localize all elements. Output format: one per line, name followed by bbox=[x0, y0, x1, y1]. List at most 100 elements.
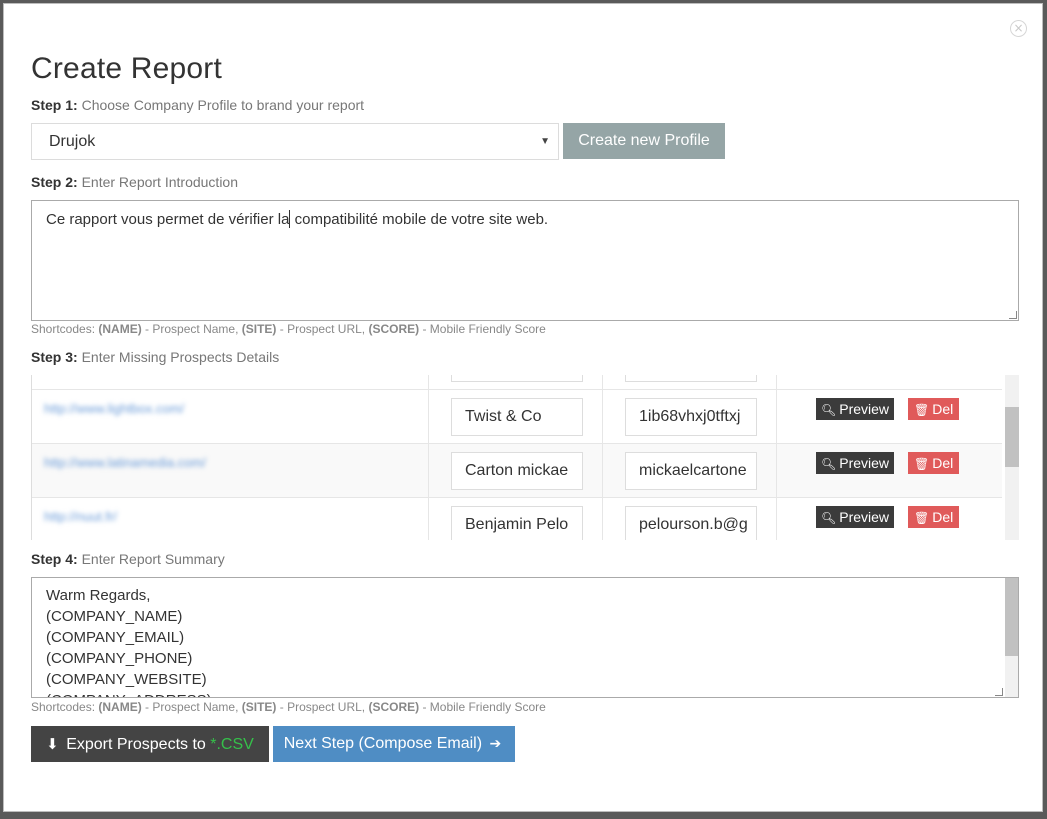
resize-handle-icon[interactable] bbox=[1009, 311, 1017, 319]
step1-text: Choose Company Profile to brand your rep… bbox=[77, 97, 365, 113]
summary-line: (COMPANY_ADDRESS) bbox=[46, 690, 1004, 697]
table-scrollbar-thumb[interactable] bbox=[1005, 407, 1019, 467]
table-row: http://www.latinamedia.com/ Carton micka… bbox=[32, 443, 1002, 497]
name-cell: Twist & Co bbox=[429, 390, 603, 443]
email-cell: pelourson.b@g bbox=[603, 498, 777, 540]
shortcode-site-desc: - Prospect URL, bbox=[276, 322, 369, 336]
table-scrollbar[interactable] bbox=[1005, 375, 1019, 540]
summary-scrollbar[interactable] bbox=[1005, 578, 1018, 697]
url-cell: http://www.lightbox.com/ bbox=[32, 390, 429, 443]
summary-scrollbar-thumb[interactable] bbox=[1005, 578, 1018, 656]
preview-button[interactable]: 🔍︎ Preview bbox=[816, 398, 895, 420]
search-icon: 🔍︎ bbox=[821, 403, 837, 417]
url-cell: http://nuut.fr/ bbox=[32, 498, 429, 540]
shortcode-name: (NAME) bbox=[98, 322, 142, 336]
export-csv-button[interactable]: ⬇ Export Prospects to *.CSV bbox=[31, 726, 269, 762]
name-cell: Benjamin Pelo bbox=[429, 498, 603, 540]
summary-line: (COMPANY_WEBSITE) bbox=[46, 671, 207, 688]
prospect-email-input[interactable]: pelourson.b@g bbox=[625, 506, 757, 540]
prospect-email-input[interactable] bbox=[625, 375, 757, 382]
shortcode-score: (SCORE) bbox=[368, 322, 420, 336]
prospect-url[interactable]: http://www.latinamedia.com/ bbox=[44, 455, 206, 470]
prospect-name-input[interactable] bbox=[451, 375, 583, 382]
next-step-button[interactable]: Next Step (Compose Email) ➔ bbox=[273, 726, 515, 762]
prospect-name-input[interactable]: Carton mickae bbox=[451, 452, 583, 490]
table-row: http://nuut.fr/ Benjamin Pelo pelourson.… bbox=[32, 497, 1002, 540]
shortcodes-hint: Shortcodes: (NAME) - Prospect Name, (SIT… bbox=[31, 322, 546, 336]
url-cell: http://www.latinamedia.com/ bbox=[32, 444, 429, 497]
prospect-url[interactable]: http://nuut.fr/ bbox=[44, 509, 117, 524]
email-cell: mickaelcartone bbox=[603, 444, 777, 497]
export-label: Export Prospects to bbox=[66, 736, 211, 753]
create-new-profile-button[interactable]: Create new Profile bbox=[563, 123, 725, 159]
prospect-email-input[interactable]: mickaelcartone bbox=[625, 452, 757, 490]
table-row: http://www.lightbox.com/ Twist & Co 1ib6… bbox=[32, 389, 1002, 443]
email-cell bbox=[603, 375, 777, 389]
delete-button[interactable]: 🗑︎ Del bbox=[908, 506, 960, 528]
delete-button[interactable]: 🗑︎ Del bbox=[908, 452, 960, 474]
url-cell bbox=[32, 375, 429, 389]
close-icon[interactable]: × bbox=[1010, 20, 1027, 37]
page-title: Create Report bbox=[31, 52, 223, 85]
prospect-email-input[interactable]: 1ib68vhxj0tftxj bbox=[625, 398, 757, 436]
delete-label: Del bbox=[932, 509, 954, 525]
shortcode-site-desc: - Prospect URL, bbox=[276, 700, 369, 714]
summary-line: Warm Regards, bbox=[46, 587, 151, 604]
trash-icon: 🗑︎ bbox=[914, 403, 930, 417]
shortcode-score-desc: - Mobile Friendly Score bbox=[419, 322, 546, 336]
shortcode-site: (SITE) bbox=[241, 700, 277, 714]
email-cell: 1ib68vhxj0tftxj bbox=[603, 390, 777, 443]
step4-label: Step 4: Enter Report Summary bbox=[31, 551, 225, 567]
preview-button[interactable]: 🔍︎ Preview bbox=[816, 452, 895, 474]
shortcode-name-desc: - Prospect Name, bbox=[141, 700, 242, 714]
prospect-name-input[interactable]: Twist & Co bbox=[451, 398, 583, 436]
prospects-table: http://www.lightbox.com/ Twist & Co 1ib6… bbox=[31, 375, 1019, 540]
step1-number: Step 1: bbox=[31, 97, 78, 113]
prospect-url[interactable]: http://www.lightbox.com/ bbox=[44, 401, 184, 416]
summary-line: (COMPANY_EMAIL) bbox=[46, 629, 185, 646]
step2-number: Step 2: bbox=[31, 174, 78, 190]
preview-label: Preview bbox=[839, 401, 890, 417]
trash-icon: 🗑︎ bbox=[914, 457, 930, 471]
shortcode-name: (NAME) bbox=[98, 700, 142, 714]
step1-label: Step 1: Choose Company Profile to brand … bbox=[31, 97, 364, 113]
shortcode-score: (SCORE) bbox=[368, 700, 420, 714]
preview-button[interactable]: 🔍︎ Preview bbox=[816, 506, 895, 528]
prospect-name-input[interactable]: Benjamin Pelo bbox=[451, 506, 583, 540]
delete-button[interactable]: 🗑︎ Del bbox=[908, 398, 960, 420]
actions-cell: 🔍︎ Preview 🗑︎ Del bbox=[777, 444, 1002, 497]
search-icon: 🔍︎ bbox=[821, 457, 837, 471]
step3-number: Step 3: bbox=[31, 349, 78, 365]
caret-down-icon: ▼ bbox=[540, 136, 550, 147]
intro-text-after-cursor: compatibilité mobile de votre site web. bbox=[290, 211, 549, 228]
step4-text: Enter Report Summary bbox=[77, 551, 225, 567]
resize-handle-icon[interactable] bbox=[995, 688, 1003, 696]
name-cell: Carton mickae bbox=[429, 444, 603, 497]
shortcode-name-desc: - Prospect Name, bbox=[141, 322, 242, 336]
actions-cell: 🔍︎ Preview 🗑︎ Del bbox=[777, 498, 1002, 540]
preview-label: Preview bbox=[839, 455, 890, 471]
shortcode-site: (SITE) bbox=[241, 322, 277, 336]
name-cell bbox=[429, 375, 603, 389]
shortcodes-label: Shortcodes: bbox=[31, 700, 96, 714]
table-row bbox=[32, 375, 1002, 389]
step3-label: Step 3: Enter Missing Prospects Details bbox=[31, 349, 279, 365]
shortcodes-hint: Shortcodes: (NAME) - Prospect Name, (SIT… bbox=[31, 700, 546, 714]
summary-line: (COMPANY_NAME) bbox=[46, 608, 183, 625]
delete-label: Del bbox=[932, 455, 954, 471]
create-report-modal: × Create Report Step 1: Choose Company P… bbox=[3, 3, 1043, 812]
report-summary-textarea[interactable]: Warm Regards, (COMPANY_NAME) (COMPANY_EM… bbox=[31, 577, 1019, 698]
step2-text: Enter Report Introduction bbox=[77, 174, 238, 190]
summary-line: (COMPANY_PHONE) bbox=[46, 650, 193, 667]
company-profile-select[interactable]: Drujok ▼ bbox=[31, 123, 559, 160]
export-extension: *.CSV bbox=[210, 736, 254, 753]
report-introduction-textarea[interactable]: Ce rapport vous permet de vérifier la co… bbox=[31, 200, 1019, 321]
step4-number: Step 4: bbox=[31, 551, 78, 567]
shortcode-score-desc: - Mobile Friendly Score bbox=[419, 700, 546, 714]
next-step-label: Next Step (Compose Email) bbox=[283, 735, 483, 752]
shortcodes-label: Shortcodes: bbox=[31, 322, 96, 336]
intro-text-before-cursor: Ce rapport vous permet de vérifier la bbox=[46, 211, 290, 228]
step2-label: Step 2: Enter Report Introduction bbox=[31, 174, 238, 190]
search-icon: 🔍︎ bbox=[821, 511, 837, 525]
actions-cell bbox=[777, 375, 1002, 389]
